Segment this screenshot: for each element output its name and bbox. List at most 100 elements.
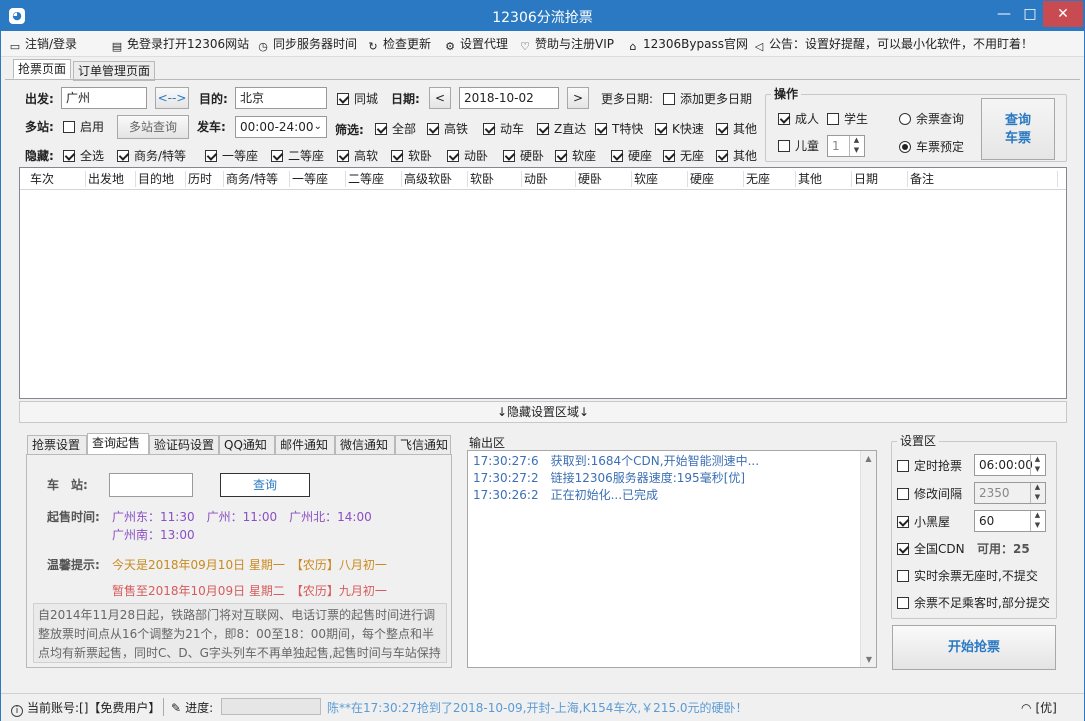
filter-checkbox[interactable]: 动车 <box>483 122 524 136</box>
wifi-icon: ◠ <box>1021 701 1032 715</box>
bottom-tab[interactable]: 抢票设置 <box>27 435 87 455</box>
realtime-checkbox[interactable]: 实时余票无座时,不提交 <box>897 569 1038 583</box>
multi-enable-checkbox[interactable]: 启用 <box>63 120 104 134</box>
column-header[interactable]: 一等座 <box>290 171 346 187</box>
filter-checkbox[interactable]: 高铁 <box>427 122 468 136</box>
column-header[interactable]: 车次 <box>28 171 86 187</box>
station-label: 车 站: <box>47 478 88 492</box>
bottom-tab[interactable]: 邮件通知 <box>275 435 335 455</box>
blackroom-stepper[interactable]: ▲ ▼ <box>1030 511 1044 531</box>
tab-grab-ticket[interactable]: 抢票页面 <box>13 59 72 79</box>
output-scrollbar[interactable]: ▲ ▼ <box>860 451 876 667</box>
bottom-tab[interactable]: 验证码设置 <box>149 435 219 455</box>
filter-checkbox[interactable]: 全部 <box>375 122 416 136</box>
station-input[interactable] <box>109 473 193 497</box>
timed-stepper[interactable]: ▲ ▼ <box>1030 455 1044 475</box>
interval-checkbox[interactable]: 修改间隔 <box>897 487 962 501</box>
ticket-reserve-radio[interactable]: 车票预定 <box>899 140 964 154</box>
hide-checkbox[interactable]: 高软 <box>337 149 378 163</box>
column-header[interactable]: 二等座 <box>346 171 402 187</box>
depart-label: 发车: <box>197 120 226 134</box>
hide-checkbox[interactable]: 其他 <box>716 149 757 163</box>
student-checkbox[interactable]: 学生 <box>827 112 868 126</box>
column-header[interactable]: 无座 <box>744 171 796 187</box>
menu-proxy[interactable]: ⚙ 设置代理 <box>444 36 508 53</box>
multi-query-button[interactable]: 多站查询 <box>117 115 189 139</box>
menu-sync-time[interactable]: ◷ 同步服务器时间 <box>257 36 357 53</box>
menu-announcement-label: 公告：设置好提醒，可以最小化软件，不用盯着！ <box>769 37 1034 51</box>
menu-official-site[interactable]: ⌂ 12306Bypass官网 <box>627 36 748 53</box>
filter-checkbox[interactable]: T特快 <box>595 122 643 136</box>
depart-select[interactable]: 00:00-24:00 ⌄ <box>235 116 327 138</box>
adult-box <box>778 113 790 125</box>
maximize-button[interactable]: □ <box>1017 1 1043 27</box>
menu-login[interactable]: ▭ 注销/登录 <box>9 36 77 53</box>
tab-order-manage[interactable]: 订单管理页面 <box>73 61 156 81</box>
column-header[interactable]: 硬座 <box>688 171 744 187</box>
menu-announcement[interactable]: ◁ 公告：设置好提醒，可以最小化软件，不用盯着！ <box>753 36 1034 53</box>
hide-checkbox[interactable]: 二等座 <box>271 149 324 163</box>
status-divider <box>163 698 164 716</box>
blackroom-checkbox[interactable]: 小黑屋 <box>897 515 950 529</box>
child-checkbox[interactable]: 儿童 <box>778 139 819 153</box>
timed-checkbox[interactable]: 定时抢票 <box>897 459 962 473</box>
column-header[interactable]: 其他 <box>796 171 852 187</box>
progress-bar <box>221 698 321 715</box>
hide-checkbox[interactable]: 软座 <box>555 149 596 163</box>
column-header[interactable]: 商务/特等 <box>224 171 290 187</box>
same-city-checkbox[interactable]: 同城 <box>337 92 378 106</box>
swap-button[interactable]: <--> <box>155 87 189 109</box>
hide-checkbox[interactable]: 硬座 <box>611 149 652 163</box>
train-table[interactable]: 车次 出发地 目的地 历时 商务/特等 一等座 二等座 高级软卧 软卧 动卧 硬卧 软座 硬座 无座 其他日… <box>19 167 1067 399</box>
bottom-tab[interactable]: 查询起售 <box>87 433 149 455</box>
close-button[interactable]: ✕ <box>1043 1 1083 27</box>
interval-stepper[interactable]: ▲ ▼ <box>1030 483 1044 503</box>
add-more-dates-checkbox[interactable]: 添加更多日期 <box>663 92 752 106</box>
date-next-button[interactable]: > <box>567 87 589 109</box>
filter-checkbox[interactable]: 其他 <box>716 122 757 136</box>
sale-query-button[interactable]: 查询 <box>220 473 310 497</box>
bottom-tab[interactable]: 微信通知 <box>335 435 395 455</box>
blackroom-box <box>897 516 909 528</box>
hide-checkbox[interactable]: 无座 <box>663 149 704 163</box>
hide-settings-toggle[interactable]: ↓隐藏设置区域↓ <box>19 401 1067 423</box>
to-input[interactable]: 北京 <box>235 87 327 109</box>
column-header[interactable]: 动卧 <box>522 171 576 187</box>
bottom-tab[interactable]: 飞信通知 <box>395 435 451 455</box>
scroll-down-icon: ▼ <box>865 655 873 664</box>
column-header[interactable]: 软卧 <box>468 171 522 187</box>
minimize-button[interactable]: — <box>991 1 1017 27</box>
menu-open-site[interactable]: ▤ 免登录打开12306网站 <box>111 36 249 53</box>
column-header[interactable]: 备注 <box>908 171 1058 187</box>
column-header[interactable]: 硬卧 <box>576 171 632 187</box>
date-prev-button[interactable]: < <box>429 87 451 109</box>
column-header[interactable]: 出发地 <box>86 171 136 187</box>
column-header[interactable]: 目的地 <box>136 171 186 187</box>
from-input[interactable]: 广州 <box>61 87 147 109</box>
hide-checkbox[interactable]: 商务/特等 <box>117 149 186 163</box>
column-header[interactable]: 高级软卧 <box>402 171 468 187</box>
cdn-checkbox[interactable]: 全国CDN <box>897 542 965 556</box>
hide-checkbox[interactable]: 一等座 <box>205 149 258 163</box>
bottom-tab[interactable]: QQ通知 <box>219 435 275 455</box>
adult-checkbox[interactable]: 成人 <box>778 112 819 126</box>
hide-checkbox[interactable]: 软卧 <box>391 149 432 163</box>
filter-checkbox[interactable]: Z直达 <box>537 122 586 136</box>
date-input[interactable]: 2018-10-02 <box>459 87 559 109</box>
status-bar: i 当前账号:[]【免费用户】 ✎ 进度: 陈**在17:30:27抢到了2018-… <box>1 693 1084 721</box>
column-header[interactable]: 软座 <box>632 171 688 187</box>
query-ticket-button[interactable]: 查询 车票 <box>981 98 1055 160</box>
sale-times-line1: 广州东：11:30 广州：11:00 广州北：14:00 <box>112 510 372 524</box>
menu-check-update[interactable]: ↻ 检查更新 <box>367 36 431 53</box>
remain-query-radio[interactable]: 余票查询 <box>899 112 964 126</box>
hide-checkbox[interactable]: 全选 <box>63 149 104 163</box>
hide-checkbox[interactable]: 硬卧 <box>503 149 544 163</box>
column-header[interactable]: 日期 <box>852 171 908 187</box>
hide-checkbox[interactable]: 动卧 <box>447 149 488 163</box>
partial-checkbox[interactable]: 余票不足乘客时,部分提交 <box>897 596 1050 610</box>
menu-sponsor[interactable]: ♡ 赞助与注册VIP <box>519 36 614 53</box>
column-header[interactable]: 历时 <box>186 171 224 187</box>
filter-checkbox[interactable]: K快速 <box>655 122 704 136</box>
child-count-stepper[interactable]: ▲ ▼ <box>849 136 863 156</box>
start-grab-button[interactable]: 开始抢票 <box>892 625 1056 670</box>
